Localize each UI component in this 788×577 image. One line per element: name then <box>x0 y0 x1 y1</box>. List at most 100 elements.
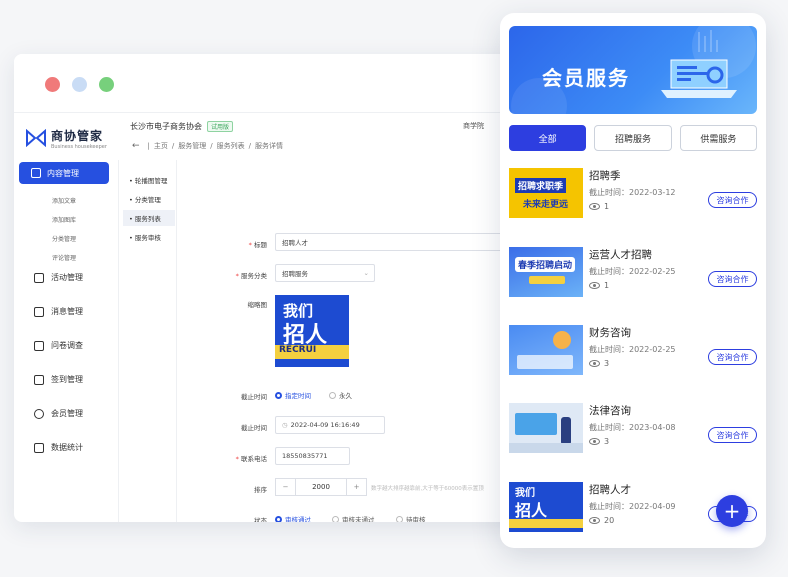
org-tag: 试用版 <box>207 121 234 132</box>
service-thumbnail: 招聘求职季 未来走更远 <box>509 168 583 218</box>
deadline-radio-specified[interactable]: 指定时间 <box>275 390 311 400</box>
sub-sidebar: • 轮播图管理 • 分类管理 • 服务列表 • 服务审核 <box>119 160 177 522</box>
sidebar-item-members[interactable]: 会员管理 <box>34 408 83 419</box>
banner: 会员服务 <box>509 26 757 114</box>
subnav-item-service-list[interactable]: • 服务列表 <box>123 210 175 226</box>
order-stepper[interactable]: − 2000 + <box>275 478 367 496</box>
service-card[interactable]: 法律咨询 截止时间：2023-04-08 3 咨询合作 <box>509 403 759 463</box>
sidebar-subitem[interactable]: 添加图库 <box>52 215 76 224</box>
sidebar-item-label: 签到管理 <box>51 375 83 384</box>
close-window-dot[interactable] <box>45 77 60 92</box>
app-header: 商协管家 Business housekeeper 长沙市电子商务协会 试用版 … <box>14 112 534 160</box>
radio-unchecked <box>329 391 336 399</box>
consult-button[interactable]: 咨询合作 <box>708 192 757 208</box>
maximize-window-dot[interactable] <box>99 77 114 92</box>
chart-icon <box>34 442 44 453</box>
service-card[interactable]: 春季招聘启动 运营人才招聘 截止时间：2022-02-25 1 咨询合作 <box>509 247 759 307</box>
service-deadline: 截止时间：2022-02-25 <box>589 267 676 276</box>
service-thumbnail <box>509 325 583 375</box>
service-views: 3 <box>589 359 609 368</box>
sidebar-item-stats[interactable]: 数据统计 <box>34 442 83 453</box>
tab-recruitment[interactable]: 招聘服务 <box>594 125 672 151</box>
user-icon <box>34 408 44 419</box>
sidebar-item-content[interactable]: 内容管理 <box>19 162 109 184</box>
subnav-item-carousel[interactable]: • 轮播图管理 <box>123 172 175 188</box>
sidebar: 内容管理 添加文章 添加图库 分类管理 评论管理 活动管理 消息管理 问卷调查 … <box>14 160 119 522</box>
service-thumbnail: 我们 招人 <box>509 482 583 532</box>
service-title: 运营人才招聘 <box>589 249 652 261</box>
deadline-radio-permanent[interactable]: 永久 <box>329 390 352 400</box>
thumbnail-label: 缩略图 <box>247 301 268 309</box>
deadline-label: 截止时间 <box>241 393 267 401</box>
service-card[interactable]: 财务咨询 截止时间：2022-02-25 3 咨询合作 <box>509 325 759 385</box>
service-deadline: 截止时间：2022-04-09 <box>589 502 676 511</box>
breadcrumb-item[interactable]: 服务管理 <box>178 141 206 151</box>
radio-checked <box>275 391 282 399</box>
subnav-item-service-review[interactable]: • 服务审核 <box>123 229 175 245</box>
tab-all[interactable]: 全部 <box>509 125 587 151</box>
consult-button[interactable]: 咨询合作 <box>708 427 757 443</box>
thumbnail-image[interactable]: 我们 招人 RECRUI <box>275 295 349 367</box>
mobile-preview: 会员服务 全部 招聘服务 供需服务 招聘求职季 未来走更远 招聘季 截止时间：2… <box>500 13 766 548</box>
logo-mark-icon <box>26 128 46 147</box>
deadline-datetime-input[interactable]: ◷ 2022-04-09 16:16:49 <box>275 416 385 434</box>
eye-icon <box>589 203 600 210</box>
breadcrumb-item: 服务详情 <box>254 142 283 150</box>
org-title: 长沙市电子商务协会 试用版 <box>130 121 234 132</box>
chevron-down-icon: ⌄ <box>363 269 369 277</box>
category-select[interactable]: 招聘服务 ⌄ <box>275 264 375 282</box>
service-title: 财务咨询 <box>589 327 631 339</box>
minus-button[interactable]: − <box>276 479 296 495</box>
banner-title: 会员服务 <box>542 66 630 90</box>
status-radio-pending[interactable]: 待审核 <box>396 514 426 522</box>
service-deadline: 截止时间：2022-02-25 <box>589 345 676 354</box>
service-thumbnail: 春季招聘启动 <box>509 247 583 297</box>
consult-button[interactable]: 咨询合作 <box>708 349 757 365</box>
sidebar-subitem[interactable]: 评论管理 <box>52 253 76 262</box>
status-radio-rejected[interactable]: 审核未通过 <box>332 514 375 522</box>
logo-subtitle: Business housekeeper <box>51 144 107 150</box>
plus-icon[interactable]: + <box>716 495 748 527</box>
eye-icon <box>589 517 600 524</box>
message-icon <box>34 306 44 317</box>
back-arrow-icon[interactable]: ← <box>132 141 140 151</box>
service-title: 法律咨询 <box>589 405 631 417</box>
sidebar-item-label: 会员管理 <box>51 409 83 418</box>
service-deadline: 截止时间：2022-03-12 <box>589 188 676 197</box>
eye-icon <box>589 360 600 367</box>
flag-icon <box>34 272 44 283</box>
status-radio-approved[interactable]: 审核通过 <box>275 514 311 522</box>
sidebar-subitem[interactable]: 添加文章 <box>52 196 76 205</box>
category-label: * 服务分类 <box>235 272 267 280</box>
sidebar-item-label: 数据统计 <box>51 443 83 452</box>
breadcrumb-item[interactable]: 服务列表 <box>217 141 245 151</box>
phone-input[interactable]: 18550835771 <box>275 447 350 465</box>
subnav-item-category[interactable]: • 分类管理 <box>123 191 175 207</box>
minimize-window-dot[interactable] <box>72 77 87 92</box>
service-thumbnail <box>509 403 583 453</box>
clock-icon: ◷ <box>282 421 288 429</box>
consult-button[interactable]: 咨询合作 <box>708 271 757 287</box>
breadcrumb-item[interactable]: 主页 <box>154 141 168 151</box>
service-title: 招聘人才 <box>589 484 631 496</box>
book-icon <box>34 340 44 351</box>
tab-supply-demand[interactable]: 供需服务 <box>679 125 757 151</box>
sidebar-subitem[interactable]: 分类管理 <box>52 234 76 243</box>
header-link-academy[interactable]: 商学院 <box>463 121 484 131</box>
service-title: 招聘季 <box>589 170 621 182</box>
sidebar-item-label: 问卷调查 <box>51 341 83 350</box>
plus-button[interactable]: + <box>346 479 366 495</box>
service-deadline: 截止时间：2023-04-08 <box>589 423 676 432</box>
laptop-illustration-icon <box>661 59 737 98</box>
service-detail-form: * 标题 招聘人才 * 服务分类 招聘服务 ⌄ 缩略图 我们 招人 RECRUI… <box>177 160 534 522</box>
sidebar-item-survey[interactable]: 问卷调查 <box>34 340 83 351</box>
sidebar-item-activity[interactable]: 活动管理 <box>34 272 83 283</box>
sidebar-item-messages[interactable]: 消息管理 <box>34 306 83 317</box>
title-input[interactable]: 招聘人才 <box>275 233 534 251</box>
phone-label: * 联系电话 <box>235 455 267 463</box>
service-card[interactable]: 招聘求职季 未来走更远 招聘季 截止时间：2022-03-12 1 咨询合作 <box>509 168 759 228</box>
admin-window: 商协管家 Business housekeeper 长沙市电子商务协会 试用版 … <box>14 54 534 522</box>
sidebar-item-checkin[interactable]: 签到管理 <box>34 374 83 385</box>
logo[interactable]: 商协管家 Business housekeeper <box>26 125 107 150</box>
service-views: 20 <box>589 516 614 525</box>
